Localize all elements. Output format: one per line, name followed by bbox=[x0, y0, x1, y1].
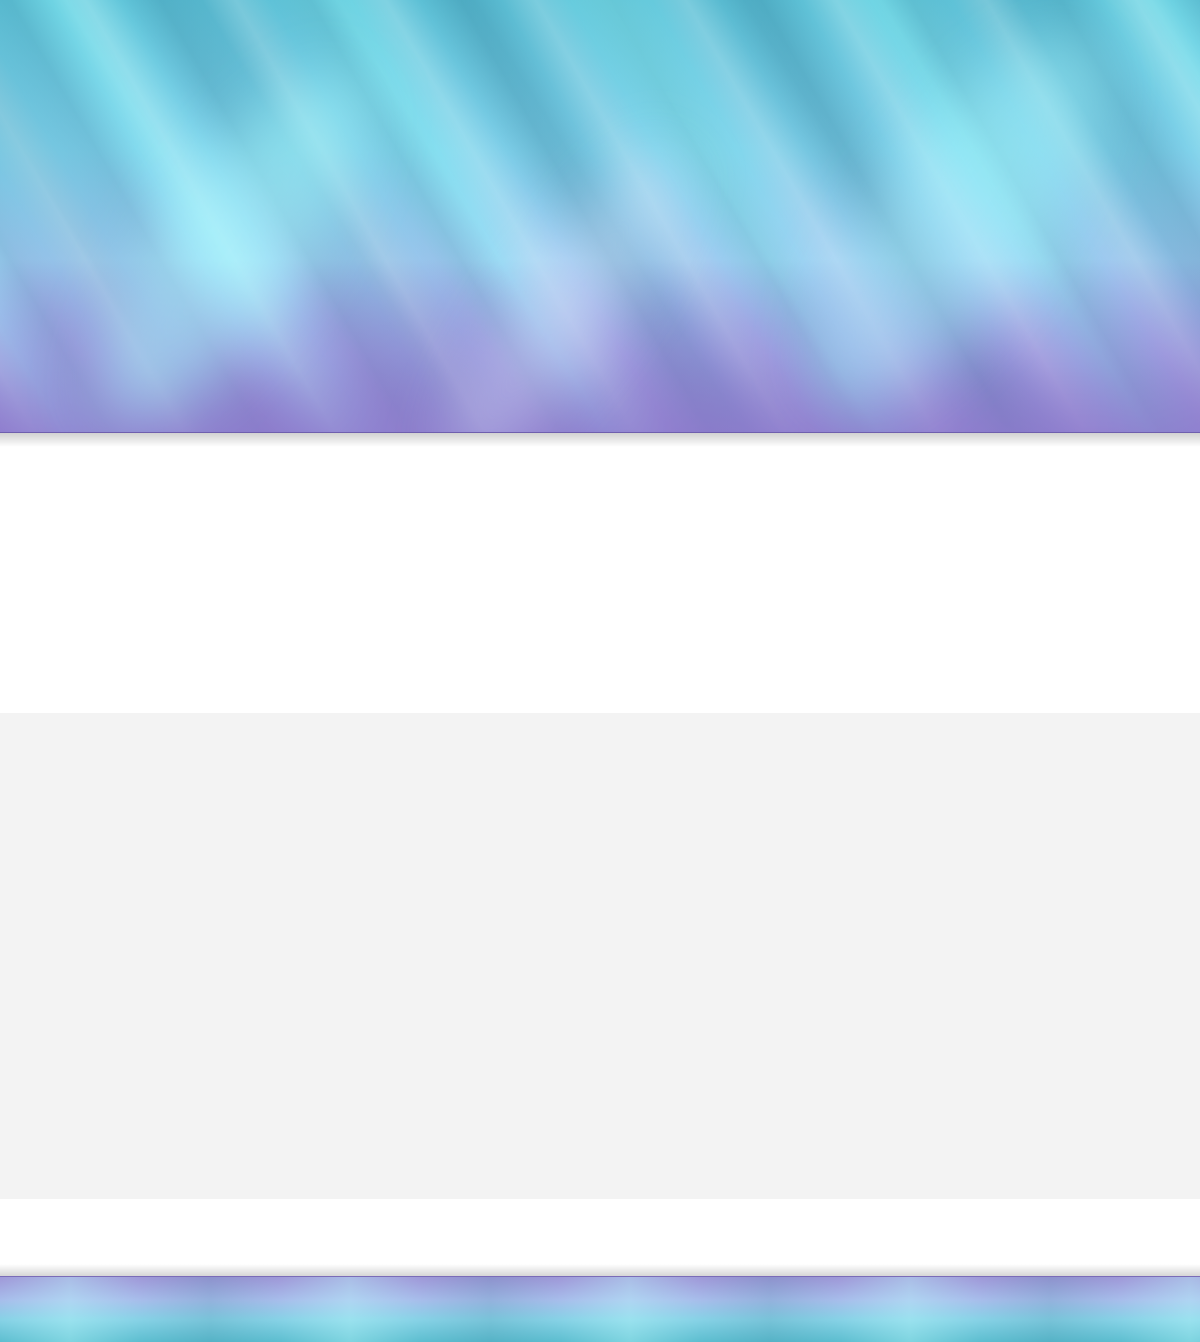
header-banner bbox=[0, 0, 1200, 433]
page bbox=[0, 0, 1200, 1342]
header-shadow bbox=[0, 433, 1200, 447]
footer-shadow bbox=[0, 1264, 1200, 1276]
footer-banner bbox=[0, 1276, 1200, 1342]
header-light-streak bbox=[52, 37, 408, 432]
grey-content-section bbox=[0, 713, 1200, 1199]
content-band bbox=[0, 447, 1200, 713]
header-light-streak bbox=[768, 0, 1152, 432]
header-light-streak bbox=[419, 128, 711, 432]
